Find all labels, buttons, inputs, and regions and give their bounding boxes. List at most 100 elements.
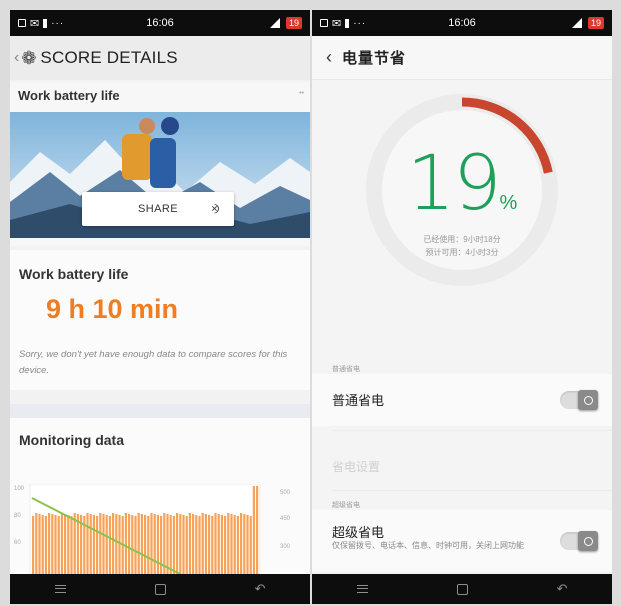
battery-bar [256, 486, 259, 574]
battery-bar [246, 515, 249, 574]
battery-percent: 19% [406, 138, 518, 227]
divider [332, 490, 612, 491]
battery-bar [188, 513, 191, 574]
battery-bar [73, 513, 76, 574]
battery-bar [240, 513, 243, 574]
battery-bar [211, 516, 214, 574]
battery-bar [140, 514, 143, 574]
battery-bar [224, 516, 227, 574]
battery-bar [150, 513, 153, 574]
battery-bar [115, 514, 118, 574]
battery-bar [147, 516, 150, 574]
status-time: 16:06 [146, 17, 174, 29]
page-title: SCORE DETAILS [40, 48, 178, 67]
battery-bar [105, 515, 108, 574]
section-super-header: 超级省电 [332, 502, 360, 509]
battery-bar [64, 514, 67, 574]
battery-bar [118, 515, 121, 574]
battery-bar [89, 514, 92, 574]
y-tick-left-1: 80 [14, 513, 21, 519]
battery-bar [233, 515, 236, 574]
page-title: 电量节省 [342, 50, 407, 67]
battery-bar [35, 513, 38, 574]
used-time: 已经使用：9小时18分 [423, 235, 501, 244]
battery-bar [153, 514, 156, 574]
battery-bar [179, 514, 182, 574]
menu-icon[interactable] [54, 585, 66, 593]
home-icon[interactable] [154, 583, 166, 595]
battery-bar [38, 514, 41, 574]
battery-bar [156, 515, 159, 574]
app-header: ‹ 电量节省 [312, 36, 612, 80]
battery-bar [220, 515, 223, 574]
monitoring-title: Monitoring data [19, 432, 124, 448]
battery-bar [70, 516, 73, 574]
battery-bar [230, 514, 233, 574]
battery-bar [172, 516, 175, 574]
battery-bar [99, 513, 102, 574]
back-arrow-icon[interactable]: ↶ [255, 581, 266, 597]
hiker-photo: SHARE ⨵ [10, 112, 310, 238]
battery-bar [144, 515, 147, 574]
divider [10, 404, 310, 418]
card-title: Work battery life [18, 88, 120, 103]
battery-bar [102, 514, 105, 574]
battery-bar [57, 516, 60, 574]
menu-icon[interactable] [356, 585, 368, 593]
normal-saving-toggle[interactable] [560, 390, 598, 410]
battery-bar [134, 516, 137, 574]
battery-bar [182, 515, 185, 574]
result-card: Work battery life 9 h 10 min Sorry, we d… [10, 250, 310, 390]
normal-saving-label: 普通省电 [332, 393, 385, 408]
super-saving-description: 仅保留拨号、电话本、信息、时钟可用，关闭上网功能 [332, 541, 524, 550]
battery-test-card: Work battery life •• SHARE ⨵ [10, 82, 310, 246]
battery-bar [32, 516, 35, 574]
battery-bar [54, 515, 57, 574]
battery-bar [108, 516, 111, 574]
status-bar: ✉ ··· 16:06 19 [10, 10, 310, 36]
battery-bar [217, 514, 220, 574]
status-bar: ✉ ··· 16:06 19 [312, 10, 612, 36]
back-arrow-icon[interactable]: ↶ [557, 581, 568, 597]
battery-bar [131, 515, 134, 574]
battery-bar [96, 516, 99, 574]
battery-bar [112, 513, 115, 574]
battery-life-value: 9 h 10 min [46, 294, 179, 324]
remaining-time: 预计可用：4小时3分 [425, 248, 499, 257]
android-nav-bar: ↶ [10, 574, 310, 604]
back-icon[interactable]: ‹ [14, 49, 19, 67]
battery-bar [185, 516, 188, 574]
saving-settings-item[interactable]: 省电设置 [332, 458, 380, 475]
y-tick-left-0: 100 [14, 486, 25, 492]
power-saving-screen: ✉ ··· 16:06 19 ‹ 电量节省 19% 已经使用：9小时18分 预计… [312, 10, 612, 604]
battery-icon: 19 [587, 17, 604, 29]
battery-bar [60, 513, 63, 574]
battery-bar [249, 516, 252, 574]
battery-bar [236, 516, 239, 574]
y-tick-right-2: 300 [280, 544, 291, 550]
back-icon[interactable]: ‹ [326, 47, 332, 68]
battery-bar [48, 513, 51, 574]
share-button[interactable]: SHARE ⨵ [82, 192, 234, 226]
normal-saving-row[interactable]: 普通省电 [312, 374, 612, 426]
battery-bar [51, 514, 54, 574]
battery-bar [192, 514, 195, 574]
toggle-knob [578, 531, 598, 551]
divider [332, 430, 612, 431]
battery-bar [204, 514, 207, 574]
super-saving-toggle[interactable] [560, 531, 598, 551]
compare-note: Sorry, we don't yet have enough data to … [19, 349, 288, 376]
battery-bar [243, 514, 246, 574]
battery-bar [169, 515, 172, 574]
battery-icon: 19 [285, 17, 302, 29]
home-icon[interactable] [456, 583, 468, 595]
section-normal-header: 普通省电 [332, 366, 360, 373]
monitoring-card: Monitoring data 100 80 60 500 450 300 [10, 418, 310, 574]
version-badge: •• [299, 90, 304, 97]
battery-bar [214, 513, 217, 574]
battery-bar [86, 513, 89, 574]
battery-bar [176, 513, 179, 574]
usage-info: 已经使用：9小时18分 预计可用：4小时3分 [312, 233, 612, 259]
toggle-knob [578, 390, 598, 410]
battery-bar [252, 486, 255, 574]
